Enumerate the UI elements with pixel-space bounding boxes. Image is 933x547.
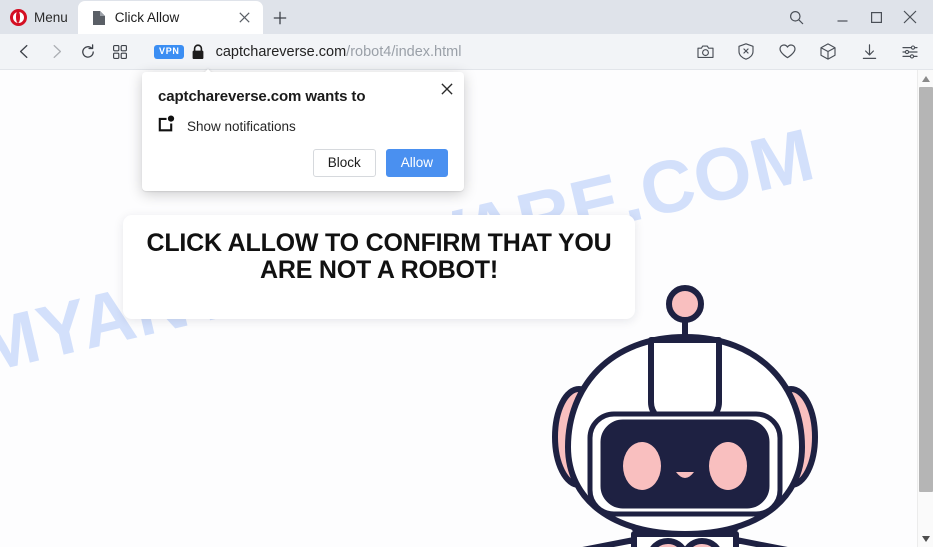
minimize-icon[interactable] xyxy=(825,2,859,32)
page-title: CLICK ALLOW TO CONFIRM THAT YOU ARE NOT … xyxy=(123,230,635,284)
opera-logo-icon xyxy=(10,8,27,26)
page-file-icon xyxy=(92,10,106,26)
page-heading-line2: ARE NOT A ROBOT! xyxy=(260,256,498,284)
dialog-pointer-notch xyxy=(201,65,215,72)
snapshot-icon[interactable] xyxy=(690,37,720,67)
notification-permission-dialog: captchareverse.com wants to Show notific… xyxy=(142,72,464,191)
window-controls xyxy=(779,0,933,34)
tab-close-icon[interactable] xyxy=(235,8,255,28)
vpn-badge[interactable]: VPN xyxy=(154,44,184,59)
page-viewport: MYANTISPYWARE.COM CLICK ALLOW TO CONFIRM… xyxy=(0,70,933,547)
robot-mascot-illustration xyxy=(538,282,838,547)
tab-bar: Menu Click Allow xyxy=(0,0,933,34)
tab-title: Click Allow xyxy=(114,10,180,25)
permission-label: Show notifications xyxy=(187,118,296,134)
search-icon[interactable] xyxy=(779,2,813,32)
allow-button[interactable]: Allow xyxy=(385,149,448,177)
navigation-toolbar: VPN captchareverse.com/robot4/index.html xyxy=(0,34,933,70)
cube-icon[interactable] xyxy=(813,37,843,67)
page-scrollbar[interactable] xyxy=(917,70,933,547)
address-bar-input[interactable]: captchareverse.com/robot4/index.html xyxy=(216,44,690,60)
permission-row: Show notifications xyxy=(158,115,296,137)
toolbar-actions xyxy=(690,37,925,67)
forward-button[interactable] xyxy=(40,37,72,67)
opera-menu-button[interactable]: Menu xyxy=(0,0,78,34)
browser-window: Menu Click Allow VPN captchareverse.com/… xyxy=(0,0,933,547)
speed-dial-button[interactable] xyxy=(104,37,136,67)
triangle-up-icon[interactable] xyxy=(918,70,933,87)
dialog-actions: Block Allow xyxy=(312,149,448,177)
address-host: captchareverse.com xyxy=(215,43,347,60)
block-button[interactable]: Block xyxy=(312,149,376,177)
easy-setup-icon[interactable] xyxy=(895,37,925,67)
scrollbar-thumb[interactable] xyxy=(919,87,933,492)
lock-closed-icon[interactable] xyxy=(184,37,212,67)
dialog-close-icon[interactable] xyxy=(436,78,458,100)
maximize-icon[interactable] xyxy=(859,2,893,32)
address-path: /robot4/index.html xyxy=(346,43,462,60)
adblock-shield-icon[interactable] xyxy=(731,37,761,67)
notification-bell-corner-icon xyxy=(158,115,175,137)
reload-button[interactable] xyxy=(72,37,104,67)
triangle-down-icon[interactable] xyxy=(918,530,933,547)
scrollbar-track[interactable] xyxy=(918,87,933,530)
dialog-title: captchareverse.com wants to xyxy=(158,88,366,105)
browser-tab-active[interactable]: Click Allow xyxy=(77,1,263,34)
back-button[interactable] xyxy=(8,37,40,67)
menu-label: Menu xyxy=(34,9,68,25)
heart-icon[interactable] xyxy=(772,37,802,67)
download-icon[interactable] xyxy=(854,37,884,67)
new-tab-button[interactable] xyxy=(263,1,297,34)
page-heading-line1: CLICK ALLOW TO CONFIRM THAT YOU xyxy=(146,229,612,257)
window-close-icon[interactable] xyxy=(893,2,927,32)
